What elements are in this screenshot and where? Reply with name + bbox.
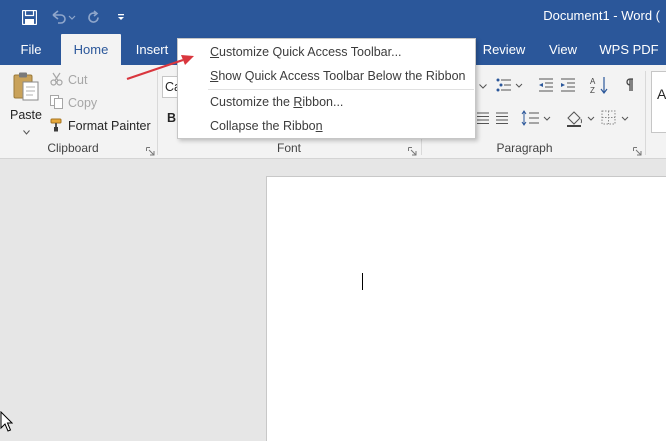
- undo-icon[interactable]: [50, 7, 76, 27]
- paste-label: Paste: [10, 108, 42, 122]
- save-icon[interactable]: [19, 7, 39, 27]
- bold-label: B: [167, 111, 177, 125]
- document-area: [0, 159, 666, 441]
- tab-home[interactable]: Home: [61, 34, 121, 65]
- cut-label: Cut: [68, 73, 88, 87]
- menu-item-text: how Quick Access Toolbar Below the Ribbo…: [218, 69, 466, 83]
- borders-icon[interactable]: [601, 107, 631, 129]
- multilevel-list-icon[interactable]: [495, 74, 523, 96]
- menu-item-customize-the-ribbon[interactable]: Customize the Ribbon...: [178, 90, 475, 114]
- customize-qat-dropdown-icon[interactable]: [113, 7, 129, 27]
- increase-indent-icon[interactable]: [558, 74, 578, 96]
- title-bar: Document1 - Word (: [0, 0, 666, 34]
- format-painter-button[interactable]: Format Painter: [50, 117, 151, 135]
- justify-icon[interactable]: [476, 108, 490, 128]
- ribbon-context-menu: Customize Quick Access Toolbar... Show Q…: [177, 38, 476, 139]
- document-page[interactable]: [266, 176, 666, 441]
- tab-file[interactable]: File: [14, 34, 48, 65]
- menu-item-accelerator-key: C: [210, 45, 220, 59]
- copy-icon: [50, 94, 63, 112]
- styles-gallery[interactable]: A: [651, 71, 666, 133]
- menu-item-text: Customize the: [210, 95, 294, 109]
- sort-icon[interactable]: A Z: [588, 74, 610, 96]
- svg-text:Z: Z: [590, 86, 595, 94]
- scissors-icon: [50, 72, 63, 89]
- menu-item-show-qat-below-ribbon[interactable]: Show Quick Access Toolbar Below the Ribb…: [178, 64, 475, 88]
- tab-wps-pdf[interactable]: WPS PDF: [599, 34, 659, 65]
- font-group-label: Font: [276, 141, 301, 155]
- paste-dropdown-icon: [22, 124, 30, 138]
- show-formatting-marks-icon[interactable]: [620, 74, 638, 96]
- font-name-combobox[interactable]: Ca: [162, 76, 181, 98]
- svg-text:A: A: [590, 77, 596, 86]
- distributed-icon[interactable]: [494, 108, 510, 128]
- repeat-icon[interactable]: [84, 7, 102, 27]
- decrease-indent-icon[interactable]: [536, 74, 556, 96]
- menu-item-text: Collapse the Ribbo: [210, 119, 316, 133]
- paragraph-dialog-launcher-icon[interactable]: [633, 145, 642, 156]
- tab-insert[interactable]: Insert: [129, 34, 175, 65]
- copy-button[interactable]: Copy: [50, 94, 97, 112]
- text-cursor: [362, 273, 363, 290]
- bold-button[interactable]: B: [167, 108, 176, 128]
- shading-icon[interactable]: [565, 107, 597, 129]
- menu-item-text: ustomize Quick Access Toolbar...: [219, 45, 402, 59]
- format-painter-label: Format Painter: [68, 119, 151, 133]
- menu-item-accelerator-key: n: [315, 119, 323, 133]
- clipboard-dialog-launcher-icon[interactable]: [146, 145, 155, 156]
- paste-icon: [11, 71, 41, 104]
- menu-item-text: ibbon...: [302, 95, 344, 109]
- copy-label: Copy: [68, 96, 98, 110]
- paintbrush-icon: [50, 118, 64, 135]
- clipboard-group-label: Clipboard: [47, 141, 99, 155]
- line-spacing-icon[interactable]: [521, 107, 551, 129]
- tab-view[interactable]: View: [543, 34, 583, 65]
- paragraph-group-label: Paragraph: [496, 141, 553, 155]
- ribbon-divider: [645, 71, 646, 155]
- font-dialog-launcher-icon[interactable]: [408, 145, 417, 156]
- cut-button[interactable]: Cut: [50, 71, 87, 89]
- menu-item-customize-quick-access-toolbar[interactable]: Customize Quick Access Toolbar...: [178, 40, 475, 64]
- paste-button[interactable]: Paste: [8, 71, 44, 135]
- bullets-dropdown-icon[interactable]: [476, 76, 490, 96]
- mouse-pointer-icon: [0, 410, 14, 435]
- tab-review[interactable]: Review: [479, 34, 529, 65]
- window-title: Document1 - Word (: [543, 8, 660, 23]
- styles-gallery-preview: A: [657, 86, 666, 102]
- menu-item-collapse-the-ribbon[interactable]: Collapse the Ribbon: [178, 114, 475, 138]
